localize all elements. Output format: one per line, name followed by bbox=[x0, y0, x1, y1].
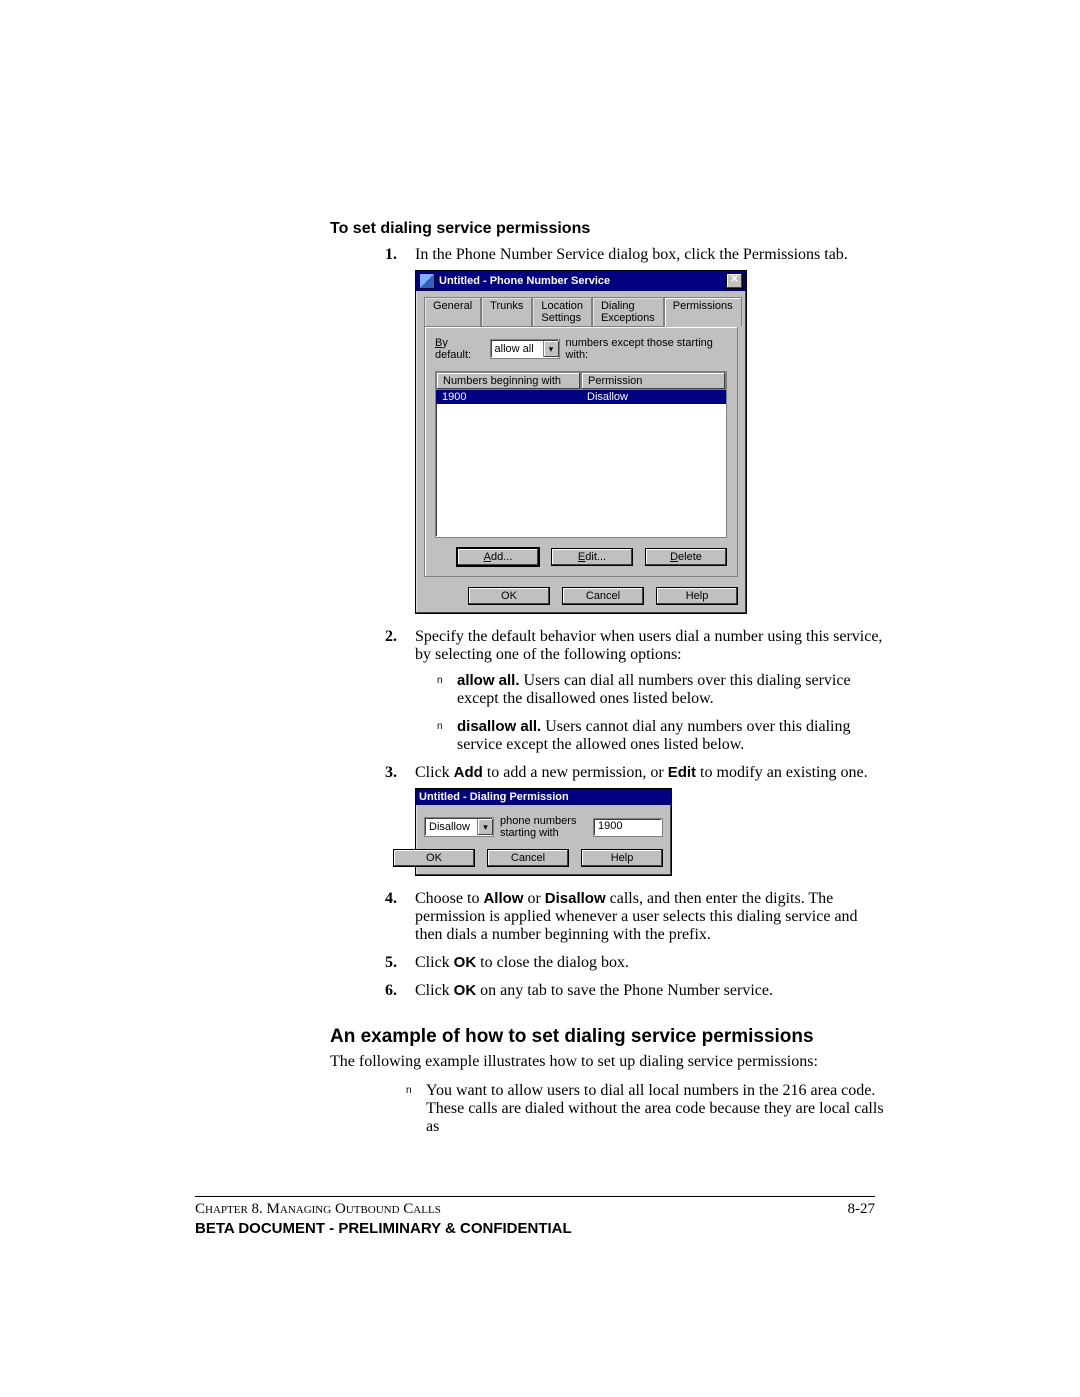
default-behavior-suffix: numbers except those starting with: bbox=[566, 337, 727, 361]
footer-pagenum: 8-27 bbox=[848, 1201, 876, 1218]
cell-number: 1900 bbox=[436, 390, 581, 404]
footer-confidential: BETA DOCUMENT - PRELIMINARY & CONFIDENTI… bbox=[195, 1220, 875, 1237]
tab-permissions[interactable]: Permissions bbox=[664, 297, 742, 327]
step-number: 5. bbox=[385, 954, 397, 972]
edit-button[interactable]: Edit... bbox=[551, 548, 633, 566]
system-icon bbox=[419, 273, 435, 289]
step-text: Choose to Allow or Disallow calls, and t… bbox=[415, 890, 858, 943]
phone-number-service-dialog: Untitled - Phone Number Service ✕ Genera… bbox=[415, 270, 747, 614]
step-5: 5. Click OK to close the dialog box. bbox=[385, 954, 885, 972]
close-button[interactable]: ✕ bbox=[726, 273, 743, 289]
step-number: 2. bbox=[385, 628, 397, 646]
step-number: 6. bbox=[385, 982, 397, 1000]
combo-value: allow all bbox=[491, 342, 543, 356]
chevron-down-icon[interactable] bbox=[477, 819, 493, 835]
step-2-options: allow all. Users can dial all numbers ov… bbox=[437, 672, 885, 754]
cell-permission: Disallow bbox=[581, 390, 726, 404]
combo-value: Disallow bbox=[425, 820, 477, 834]
dialog-titlebar: Untitled - Dialing Permission bbox=[416, 789, 671, 805]
cancel-button[interactable]: Cancel bbox=[562, 587, 644, 605]
step-text: Click OK on any tab to save the Phone Nu… bbox=[415, 982, 773, 999]
dialog-titlebar: Untitled - Phone Number Service ✕ bbox=[416, 271, 746, 291]
step-2: 2. Specify the default behavior when use… bbox=[385, 628, 885, 754]
ok-button[interactable]: OK bbox=[393, 849, 475, 867]
section-heading: To set dialing service permissions bbox=[330, 220, 885, 238]
step-number: 4. bbox=[385, 890, 397, 908]
dialog-tabs: General Trunks Location Settings Dialing… bbox=[424, 297, 738, 327]
ok-button[interactable]: OK bbox=[468, 587, 550, 605]
step-4: 4. Choose to Allow or Disallow calls, an… bbox=[385, 890, 885, 944]
step-3: 3. Click Add to add a new permission, or… bbox=[385, 764, 885, 876]
option-label: disallow all. bbox=[457, 718, 541, 735]
column-numbers[interactable]: Numbers beginning with bbox=[436, 372, 581, 390]
chevron-down-icon[interactable] bbox=[543, 341, 559, 357]
add-button[interactable]: Add... bbox=[457, 548, 539, 566]
step-text: Specify the default behavior when users … bbox=[415, 628, 882, 663]
step-number: 3. bbox=[385, 764, 397, 782]
footer-chapter: Chapter 8. Managing Outbound Calls bbox=[195, 1201, 441, 1218]
step-number: 1. bbox=[385, 246, 397, 264]
dialog-title: Untitled - Phone Number Service bbox=[439, 275, 610, 287]
example-bullet-1: You want to allow users to dial all loca… bbox=[406, 1082, 885, 1136]
option-label: allow all. bbox=[457, 672, 520, 689]
steps-list: 1. In the Phone Number Service dialog bo… bbox=[385, 246, 885, 1000]
option-disallow-all: disallow all. Users cannot dial any numb… bbox=[437, 718, 885, 754]
example-bullets: You want to allow users to dial all loca… bbox=[406, 1082, 885, 1136]
example-intro: The following example illustrates how to… bbox=[330, 1052, 885, 1072]
permissions-listbox[interactable]: Numbers beginning with Permission 1900 D… bbox=[435, 371, 727, 538]
tab-dialing-exceptions[interactable]: Dialing Exceptions bbox=[592, 297, 664, 327]
footer-rule bbox=[195, 1196, 875, 1197]
tab-trunks[interactable]: Trunks bbox=[481, 297, 532, 327]
dialing-permission-dialog: Untitled - Dialing Permission Disallow p… bbox=[415, 788, 672, 876]
by-default-label: By default: bbox=[435, 337, 484, 361]
list-header: Numbers beginning with Permission bbox=[436, 372, 726, 390]
help-button[interactable]: Help bbox=[656, 587, 738, 605]
option-allow-all: allow all. Users can dial all numbers ov… bbox=[437, 672, 885, 708]
help-button[interactable]: Help bbox=[581, 849, 663, 867]
step-text: Click Add to add a new permission, or Ed… bbox=[415, 764, 868, 781]
permission-combo[interactable]: Disallow bbox=[424, 817, 494, 837]
permission-label: phone numbers starting with bbox=[500, 815, 587, 839]
tab-general[interactable]: General bbox=[424, 297, 481, 327]
cancel-button[interactable]: Cancel bbox=[487, 849, 569, 867]
list-button-row: Add... Edit... Delete bbox=[435, 548, 727, 566]
dialog-button-row: OK Cancel Help bbox=[424, 587, 738, 605]
tab-panel-permissions: By default: allow all numbers except tho… bbox=[424, 326, 738, 577]
prefix-textbox[interactable]: 1900 bbox=[593, 818, 663, 837]
example-heading: An example of how to set dialing service… bbox=[330, 1026, 885, 1048]
step-text: Click OK to close the dialog box. bbox=[415, 954, 629, 971]
dialog-button-row: OK Cancel Help bbox=[424, 849, 663, 867]
default-behavior-combo[interactable]: allow all bbox=[490, 339, 560, 359]
step-6: 6. Click OK on any tab to save the Phone… bbox=[385, 982, 885, 1000]
default-behavior-row: By default: allow all numbers except tho… bbox=[435, 337, 727, 361]
footer-line-1: Chapter 8. Managing Outbound Calls 8-27 bbox=[195, 1201, 875, 1218]
column-permission[interactable]: Permission bbox=[581, 372, 726, 390]
step-text: In the Phone Number Service dialog box, … bbox=[415, 246, 848, 263]
permission-row: Disallow phone numbers starting with 190… bbox=[424, 815, 663, 839]
tab-location-settings[interactable]: Location Settings bbox=[532, 297, 592, 327]
delete-button[interactable]: Delete bbox=[645, 548, 727, 566]
dialog-title: Untitled - Dialing Permission bbox=[419, 791, 569, 803]
step-1: 1. In the Phone Number Service dialog bo… bbox=[385, 246, 885, 614]
list-row-selected[interactable]: 1900 Disallow bbox=[436, 390, 726, 404]
